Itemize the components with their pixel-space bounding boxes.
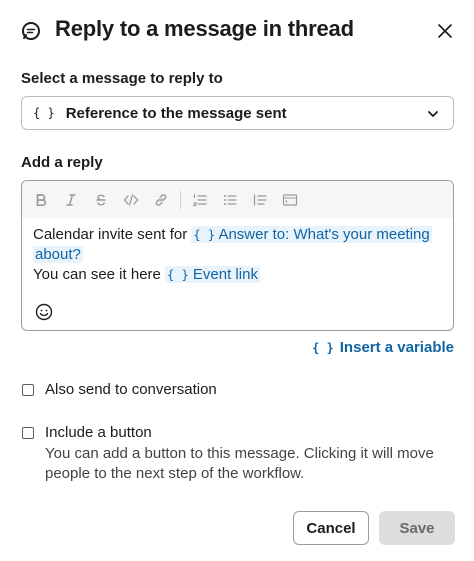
include-button-description: You can add a button to this message. Cl… — [45, 445, 434, 482]
close-button[interactable] — [432, 18, 458, 44]
add-reply-label: Add a reply — [21, 154, 103, 171]
send-to-conversation-label[interactable]: Also send to conversation — [45, 381, 217, 398]
insert-variable-button[interactable]: { } Insert a variable — [312, 339, 454, 356]
italic-button[interactable] — [56, 185, 86, 215]
bulleted-list-button[interactable] — [215, 185, 245, 215]
variable-token-answer[interactable]: { } Answer to: What's your meeting — [191, 226, 432, 243]
formatting-toolbar — [22, 181, 453, 218]
insert-variable-label: Insert a variable — [339, 339, 454, 356]
include-button-checkbox[interactable] — [22, 427, 34, 439]
toolbar-divider — [180, 190, 181, 209]
select-message-label: Select a message to reply to — [21, 70, 223, 87]
include-button-label[interactable]: Include a button — [45, 424, 152, 441]
strikethrough-button[interactable] — [86, 185, 116, 215]
code-block-icon — [282, 193, 298, 206]
numbered-list-icon — [193, 193, 207, 206]
link-button[interactable] — [146, 185, 176, 215]
variable-brace-icon: { } — [312, 340, 334, 355]
variable-label: Answer to: What's your meeting — [218, 226, 430, 243]
reply-editor[interactable]: Calendar invite sent for { } Answer to: … — [21, 180, 454, 331]
variable-token-answer-cont[interactable]: about? — [33, 246, 83, 263]
message-select-value: Reference to the message sent — [65, 104, 287, 122]
code-button[interactable] — [116, 185, 146, 215]
variable-brace-icon: { } — [33, 106, 55, 120]
message-select[interactable]: { } Reference to the message sent — [21, 96, 454, 130]
link-icon — [155, 193, 167, 206]
chevron-down-icon — [428, 111, 438, 117]
reply-text[interactable]: Calendar invite sent for { } Answer to: … — [33, 225, 443, 285]
italic-icon — [66, 193, 76, 206]
dialog-title: Reply to a message in thread — [55, 16, 354, 41]
variable-token-event-link[interactable]: { } Event link — [165, 266, 260, 283]
bulleted-list-icon — [224, 194, 237, 205]
cancel-button[interactable]: Cancel — [293, 511, 369, 545]
reply-line2-text: You can see it here — [33, 266, 166, 283]
close-icon — [438, 24, 452, 38]
reply-line1-text: Calendar invite sent for — [33, 226, 192, 243]
variable-brace-icon: { } — [167, 268, 189, 282]
variable-label: Event link — [192, 266, 258, 283]
dialog-header: Reply to a message in thread — [0, 0, 474, 62]
code-block-button[interactable] — [275, 185, 305, 215]
code-icon — [123, 193, 139, 206]
save-button[interactable]: Save — [379, 511, 455, 545]
strikethrough-icon — [96, 194, 106, 206]
variable-brace-icon: { } — [193, 228, 216, 242]
message-thread-icon — [22, 22, 40, 40]
numbered-list-button[interactable] — [185, 185, 215, 215]
send-to-conversation-checkbox[interactable] — [22, 384, 34, 396]
emoji-icon[interactable] — [34, 302, 54, 322]
bold-icon — [36, 193, 47, 206]
quote-icon — [253, 193, 267, 206]
bold-button[interactable] — [26, 185, 56, 215]
quote-button[interactable] — [245, 185, 275, 215]
